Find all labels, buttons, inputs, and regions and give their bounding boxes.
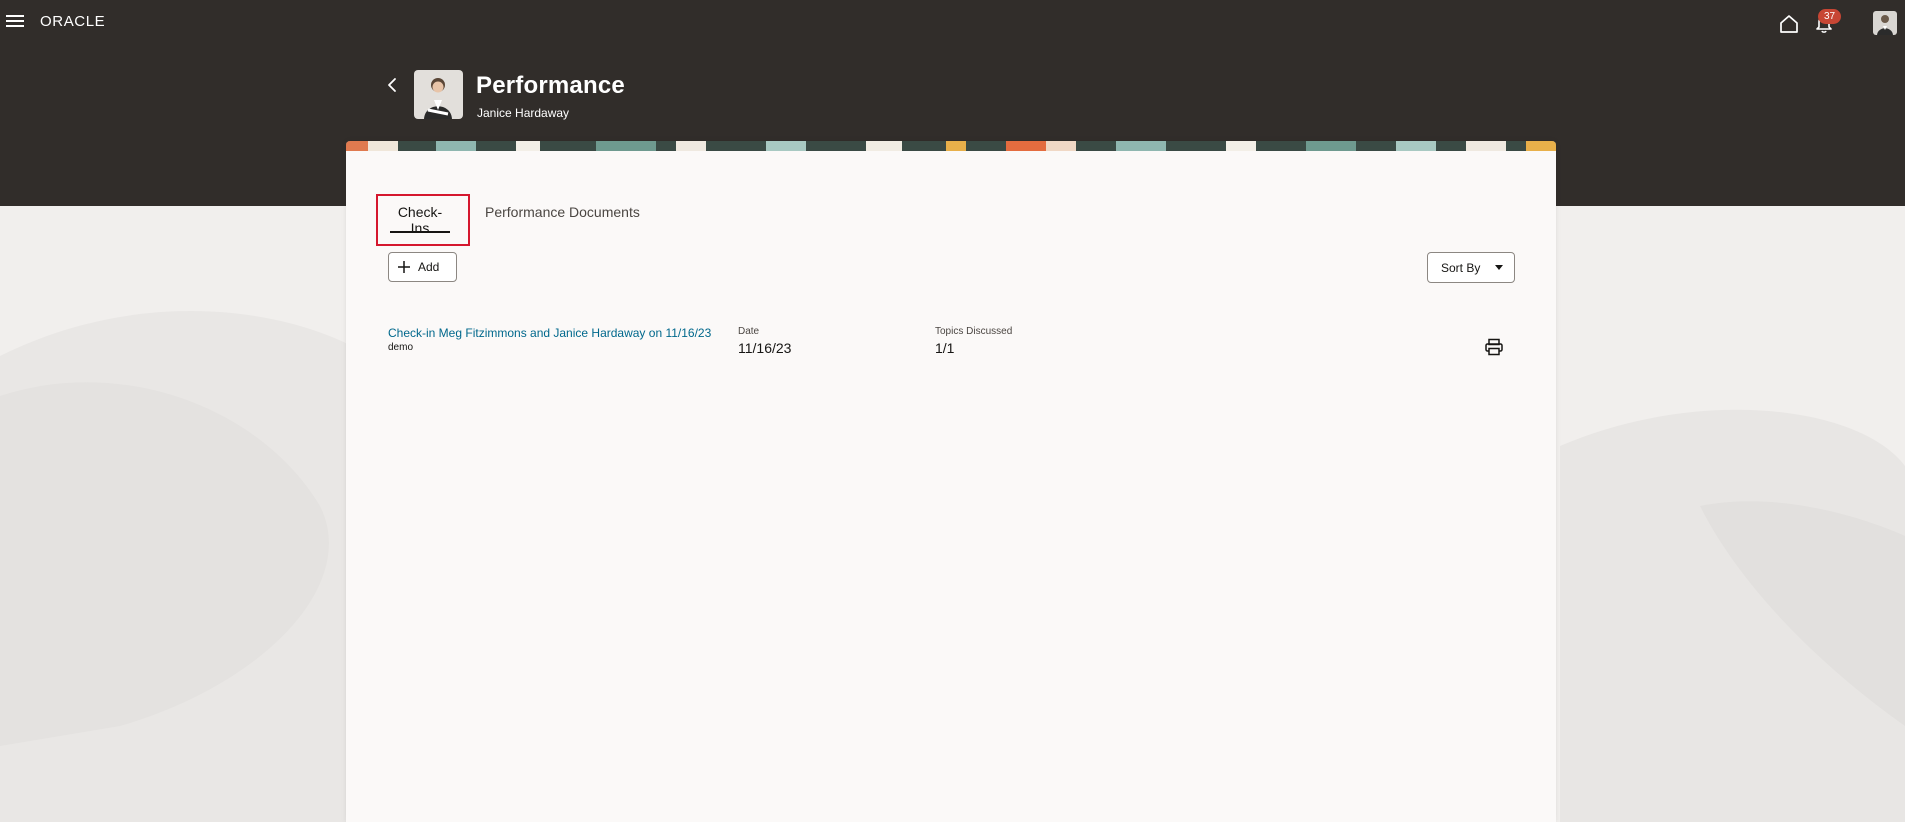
plus-icon xyxy=(398,261,410,273)
add-button[interactable]: Add xyxy=(388,252,457,282)
employee-photo xyxy=(414,70,463,119)
oracle-logo: ORACLE xyxy=(40,13,130,33)
sort-by-label: Sort By xyxy=(1441,260,1481,275)
oracle-wordmark: ORACLE xyxy=(40,13,105,30)
home-icon[interactable] xyxy=(1778,13,1800,35)
hamburger-menu-icon[interactable] xyxy=(6,12,26,32)
check-in-title-link[interactable]: Check-in Meg Fitzimmons and Janice Harda… xyxy=(388,326,711,340)
notification-count-badge: 37 xyxy=(1818,9,1841,24)
date-value: 11/16/23 xyxy=(738,340,792,356)
main-panel: Check-Ins Performance Documents Add Sort… xyxy=(346,141,1556,822)
chevron-down-icon xyxy=(1495,265,1503,270)
tab-performance-documents[interactable]: Performance Documents xyxy=(485,198,655,236)
decorative-banner xyxy=(346,141,1556,151)
check-in-subtitle: demo xyxy=(388,342,414,353)
employee-name: Janice Hardaway xyxy=(477,106,570,120)
date-label: Date xyxy=(738,326,760,337)
sort-by-button[interactable]: Sort By xyxy=(1427,252,1515,283)
print-icon[interactable] xyxy=(1484,337,1504,357)
svg-text:ORACLE: ORACLE xyxy=(40,14,105,28)
add-button-label: Add xyxy=(418,260,440,274)
topics-discussed-label: Topics Discussed xyxy=(935,326,1013,337)
tab-label: Performance Documents xyxy=(485,204,640,220)
page-title: Performance xyxy=(476,72,625,99)
user-avatar[interactable] xyxy=(1873,11,1897,35)
tab-selected-underline xyxy=(390,231,450,233)
back-arrow-icon[interactable] xyxy=(384,76,400,94)
tab-check-ins[interactable]: Check-Ins xyxy=(390,198,450,236)
check-in-row: Check-in Meg Fitzimmons and Janice Harda… xyxy=(346,321,1556,371)
topics-discussed-value: 1/1 xyxy=(935,340,955,356)
